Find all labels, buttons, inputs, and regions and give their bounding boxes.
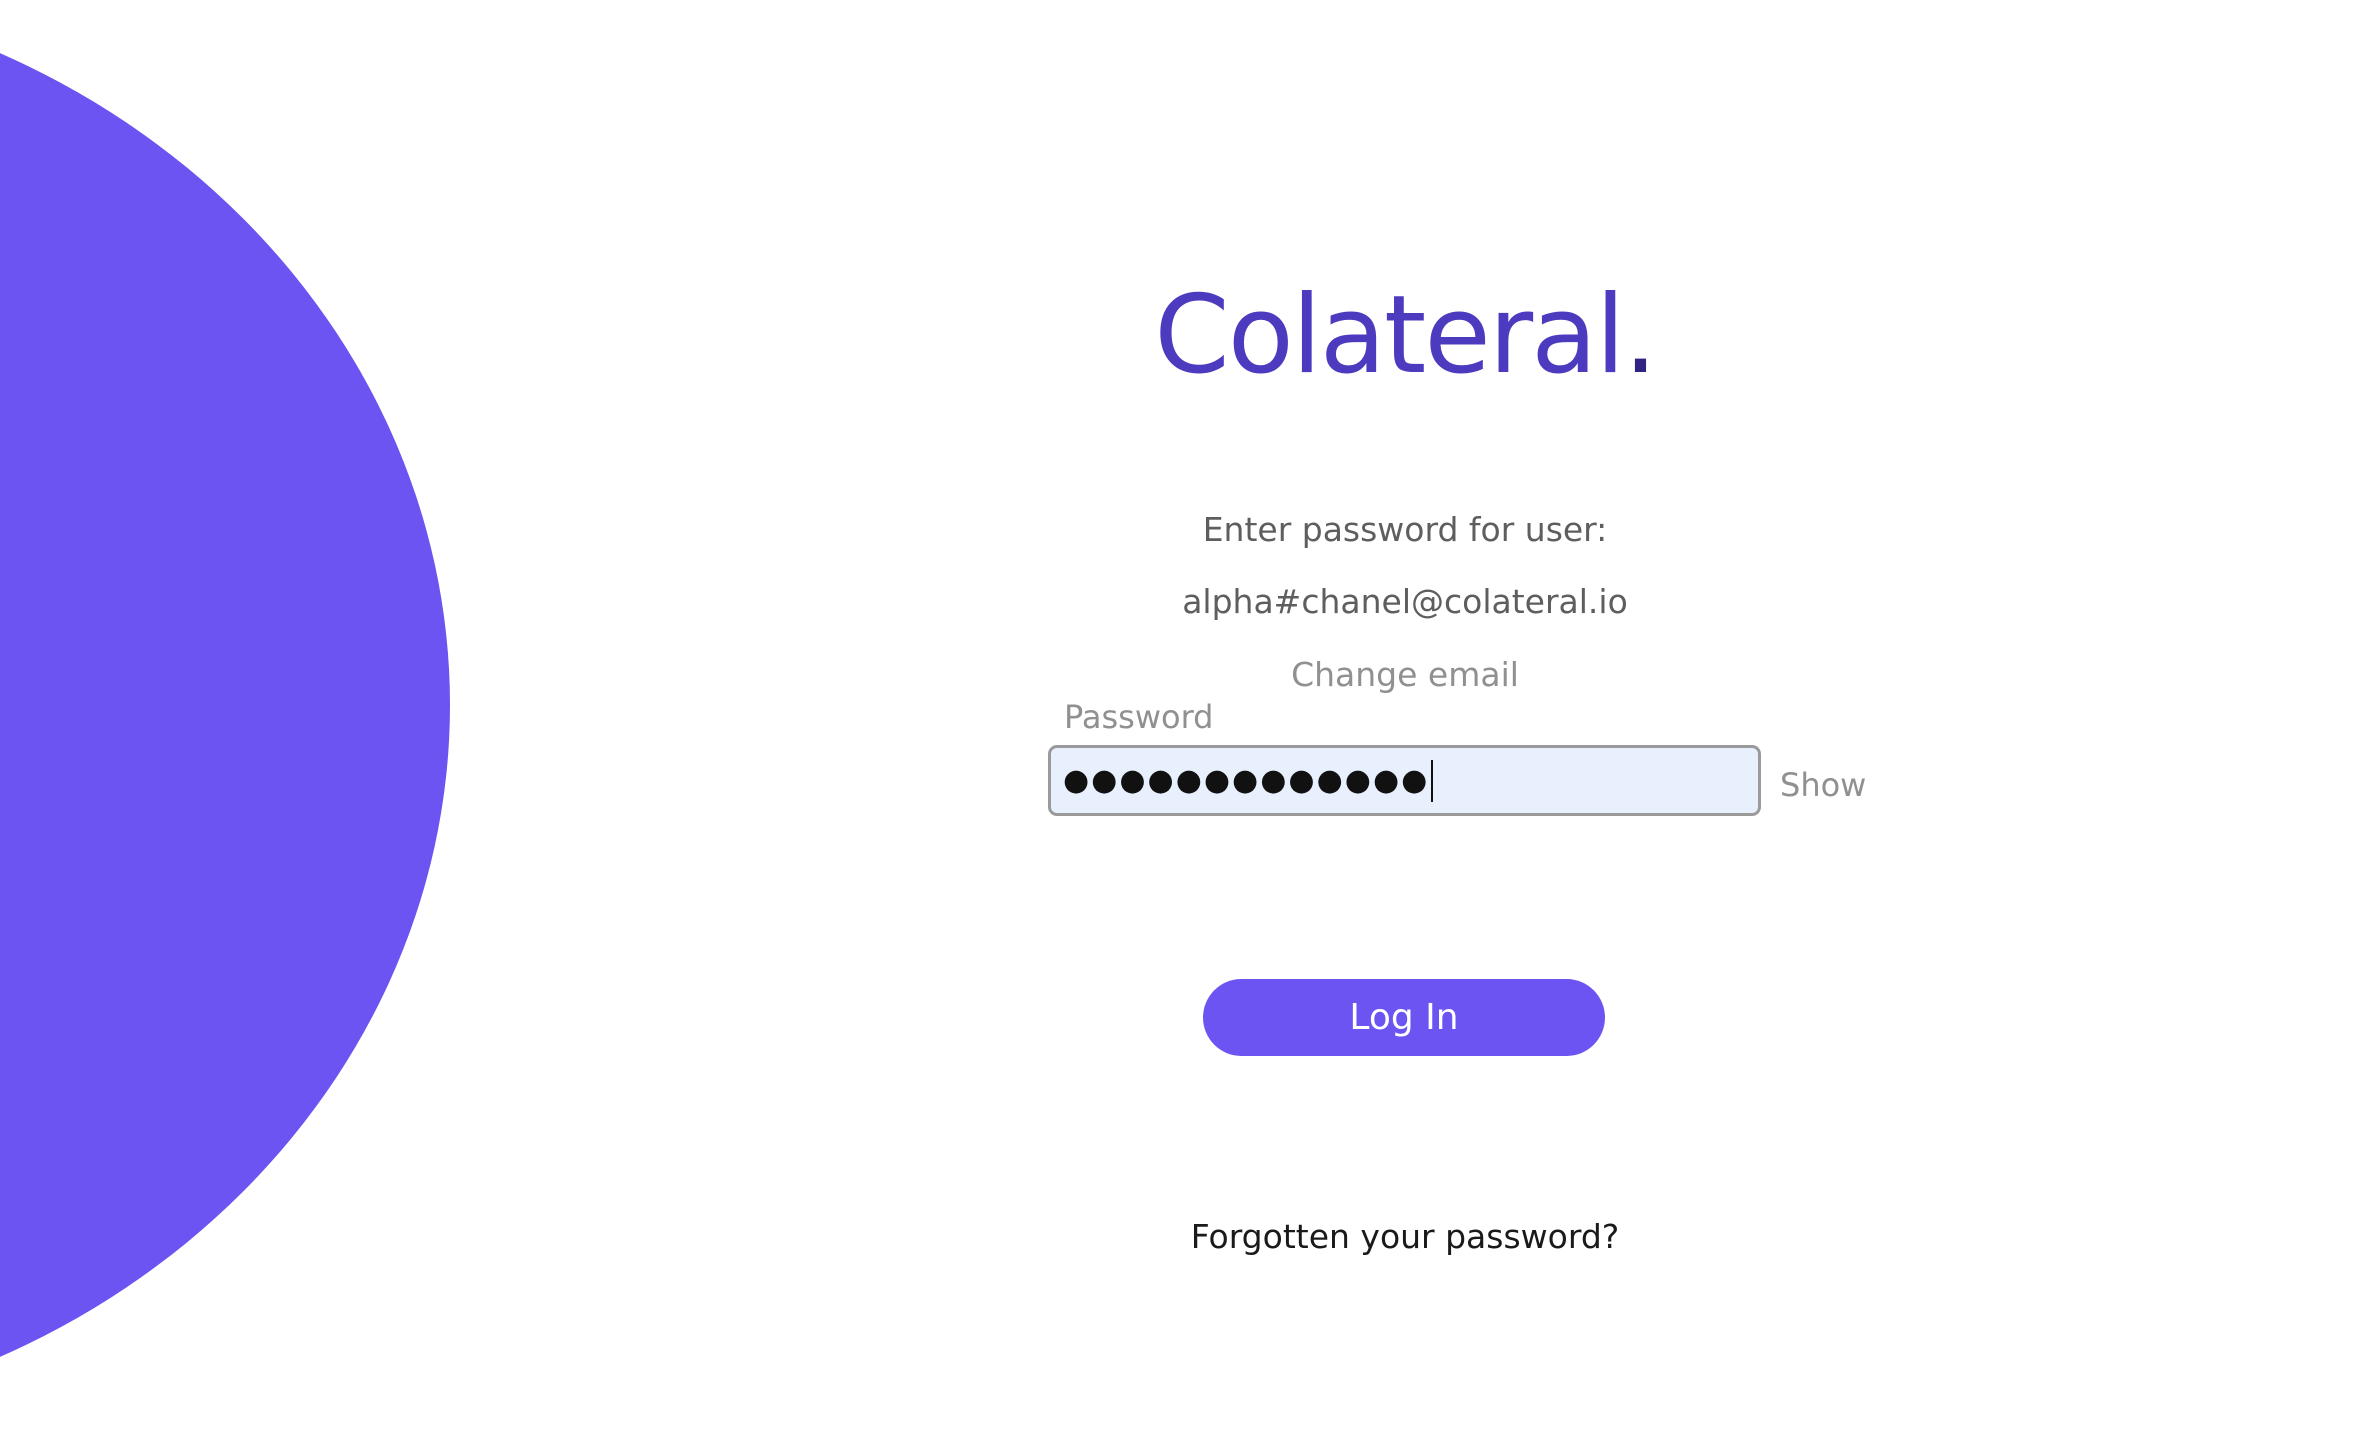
- login-button[interactable]: Log In: [1203, 979, 1605, 1056]
- logo-dot: .: [1623, 273, 1657, 398]
- show-password-toggle[interactable]: Show: [1780, 766, 1866, 804]
- password-value: ●●●●●●●●●●●●●: [1063, 763, 1430, 798]
- forgot-password-link[interactable]: Forgotten your password?: [0, 1220, 2356, 1253]
- decorative-circle: [0, 0, 450, 1430]
- text-caret: [1431, 759, 1434, 802]
- password-input[interactable]: ●●●●●●●●●●●●●: [1048, 745, 1761, 816]
- password-prompt: Enter password for user:: [1202, 510, 1608, 549]
- login-page: Colateral. Enter password for user: alph…: [0, 0, 2356, 1432]
- change-email-link[interactable]: Change email: [0, 658, 2356, 691]
- brand-logo: Colateral.: [0, 282, 2356, 390]
- logo-text: Colateral: [1154, 273, 1625, 398]
- password-label: Password: [1064, 698, 1214, 736]
- user-email: alpha#chanel@colateral.io: [1182, 582, 1628, 621]
